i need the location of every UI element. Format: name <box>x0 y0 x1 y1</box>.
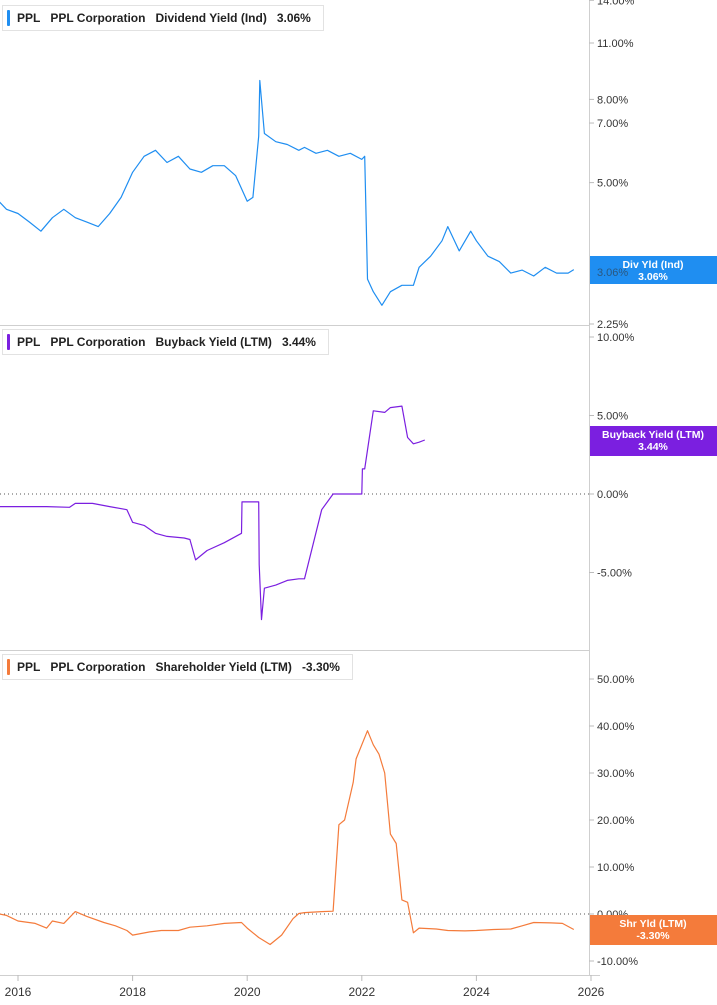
y-tick-label: -5.00% <box>597 568 632 580</box>
legend-company: PPL Corporation <box>50 11 146 25</box>
y-tick-label: 30.00% <box>597 768 635 780</box>
legend-value: -3.30% <box>301 660 340 674</box>
legend-buyback-yield: PPL PPL Corporation Buyback Yield (LTM) … <box>2 329 329 355</box>
badge-series-name: Shr Yld (LTM) <box>619 918 686 930</box>
chart-svg: 14.00%11.00%8.00%7.00%5.00%2.25%10.00%5.… <box>0 0 717 999</box>
legend-metric: Buyback Yield (LTM) <box>155 335 272 349</box>
legend-ticker: PPL <box>17 660 41 674</box>
x-tick-label: 2020 <box>234 985 261 999</box>
y-tick-label: 11.00% <box>597 38 634 50</box>
x-tick-label: 2016 <box>5 985 32 999</box>
series-line <box>0 730 575 946</box>
y-tick-label: 50.00% <box>597 674 635 686</box>
y-tick-label: 5.00% <box>597 178 628 190</box>
x-tick-label: 2026 <box>578 985 605 999</box>
legend-metric: Shareholder Yield (LTM) <box>155 660 292 674</box>
legend-company: PPL Corporation <box>50 660 146 674</box>
y-tick-label: 20.00% <box>597 815 635 827</box>
x-tick-label: 2022 <box>348 985 375 999</box>
legend-company: PPL Corporation <box>50 335 146 349</box>
y-tick-label: 0.00% <box>597 489 628 501</box>
y-tick-label: 40.00% <box>597 721 635 733</box>
legend-ticker: PPL <box>17 11 41 25</box>
legend-metric: Dividend Yield (Ind) <box>155 11 267 25</box>
x-tick-label: 2018 <box>119 985 146 999</box>
y-tick-label: 7.00% <box>597 118 628 130</box>
y-tick-label: 10.00% <box>597 332 635 344</box>
y-tick-label: -10.00% <box>597 956 638 968</box>
legend-value: 3.44% <box>281 335 316 349</box>
legend-swatch-div <box>7 10 10 26</box>
legend-shareholder-yield: PPL PPL Corporation Shareholder Yield (L… <box>2 654 353 680</box>
y-tick-label: 14.00% <box>597 0 635 7</box>
y-tick-label: 5.00% <box>597 411 628 423</box>
x-tick-label: 2024 <box>463 985 490 999</box>
badge-series-name: Buyback Yield (LTM) <box>602 429 704 441</box>
legend-dividend-yield: PPL PPL Corporation Dividend Yield (Ind)… <box>2 5 324 31</box>
div-last-label: 3.06% <box>597 267 628 279</box>
y-tick-label: 10.00% <box>597 862 635 874</box>
y-tick-label: 2.25% <box>597 319 628 331</box>
legend-value: 3.06% <box>276 11 311 25</box>
legend-ticker: PPL <box>17 335 41 349</box>
legend-swatch-buyback <box>7 334 10 350</box>
series-line <box>0 79 575 306</box>
badge-value: -3.30% <box>636 930 670 942</box>
series-line <box>0 405 426 621</box>
badge-value: 3.06% <box>638 271 668 283</box>
badge-series-name: Div Yld (Ind) <box>622 259 683 271</box>
y-tick-label: 8.00% <box>597 94 628 106</box>
badge-value: 3.44% <box>638 441 668 453</box>
legend-swatch-shareholder <box>7 659 10 675</box>
